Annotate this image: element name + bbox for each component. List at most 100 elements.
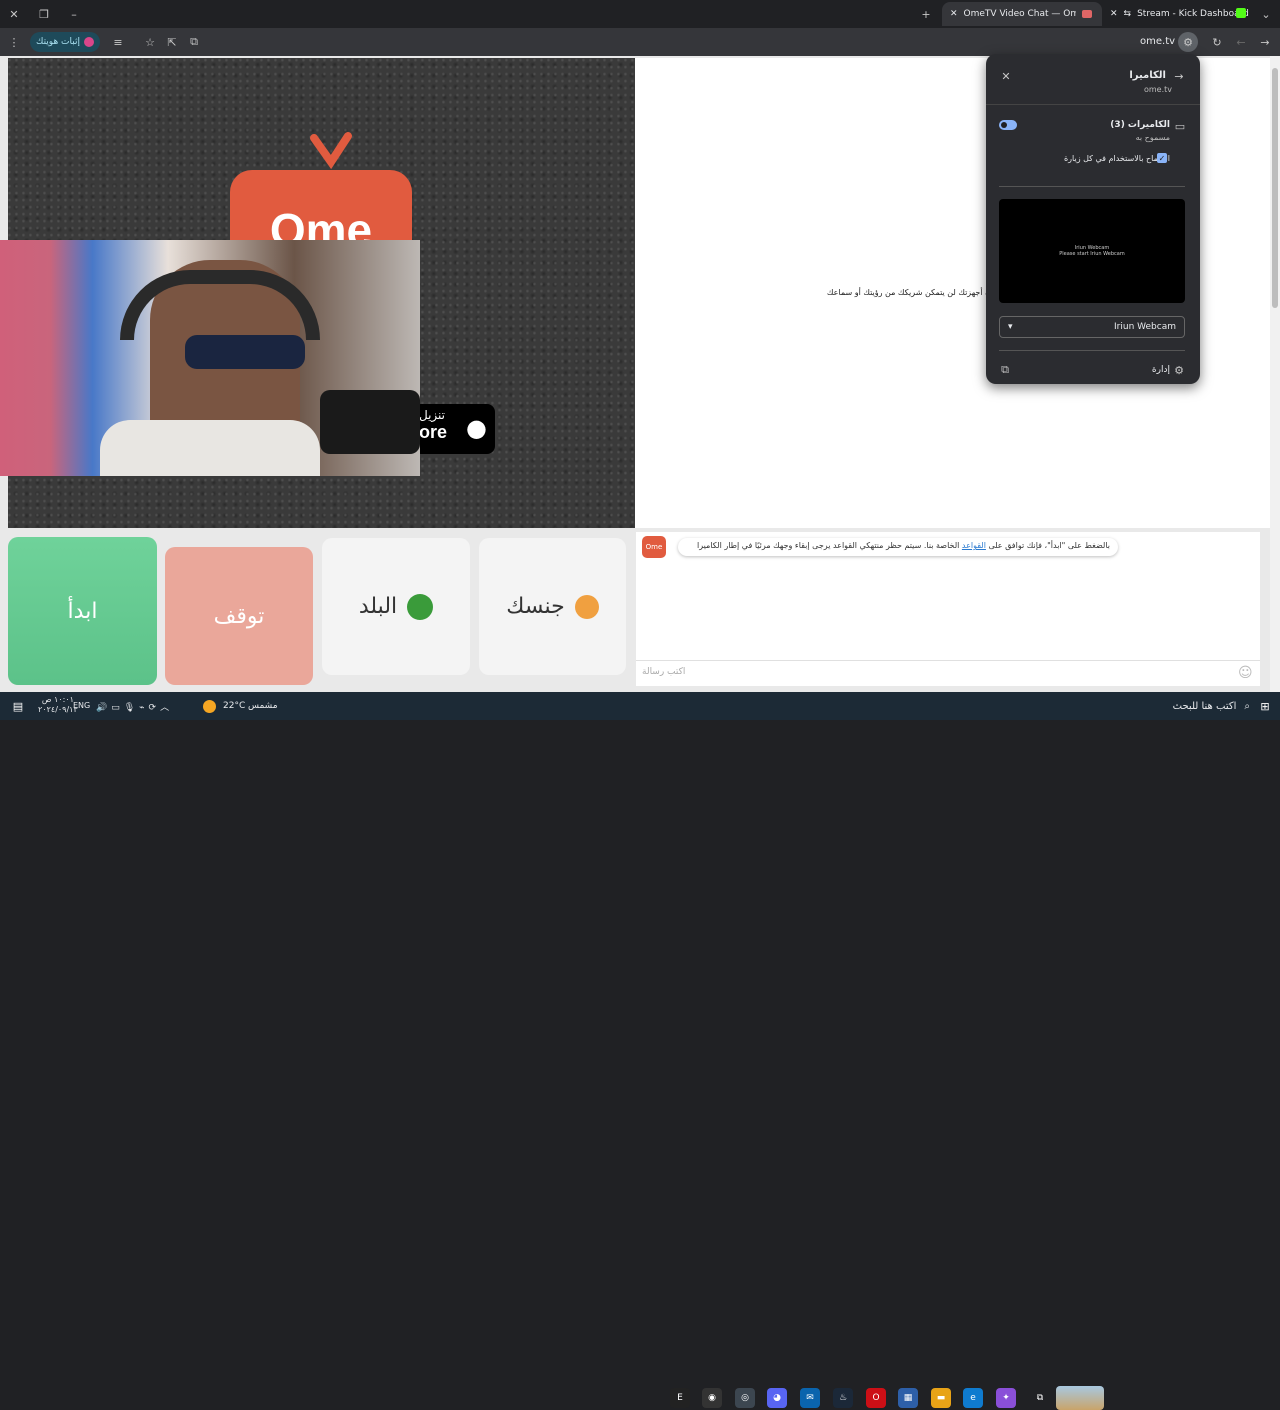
tab-close-icon[interactable]: ✕ bbox=[950, 9, 958, 19]
stop-label: توقف bbox=[213, 603, 265, 629]
open-in-app-icon[interactable]: ⇱ bbox=[162, 32, 182, 52]
forward-icon: ← bbox=[1236, 35, 1246, 49]
apple-icon: ● bbox=[466, 414, 487, 442]
translate-icon[interactable]: ⧉ bbox=[184, 32, 204, 52]
recording-icon bbox=[1081, 10, 1092, 18]
gender-label: جنسك bbox=[506, 594, 565, 619]
start-button[interactable]: ابدأ bbox=[8, 537, 157, 685]
tab-title: OmeTV Video Chat — Omegle bbox=[963, 9, 1076, 19]
close-icon[interactable]: ✕ bbox=[996, 66, 1016, 86]
notification-icon[interactable]: ▤ bbox=[8, 696, 28, 716]
emoji-icon[interactable]: ☺ bbox=[1238, 665, 1253, 681]
selected-camera: Iriun Webcam bbox=[1114, 322, 1176, 332]
search-placeholder: اكتب هنا للبحث bbox=[1172, 700, 1237, 712]
menu-dots-icon[interactable]: ⋮ bbox=[4, 32, 24, 52]
browser-toolbar: ⋮ إثبات هويتك ≡ ☆ ⇱ ⧉ ome.tv ⚙ ↻ ← → bbox=[0, 28, 1280, 56]
opera-icon[interactable]: O bbox=[866, 1388, 886, 1408]
ometv-chat-icon: Ome bbox=[642, 536, 666, 558]
weather-temp[interactable]: 22°C bbox=[223, 701, 245, 711]
reload-icon[interactable]: ↻ bbox=[1207, 32, 1227, 52]
rules-link[interactable]: القواعد bbox=[962, 541, 986, 550]
divider bbox=[999, 350, 1185, 351]
back-icon[interactable]: → bbox=[1255, 32, 1275, 52]
chrome-icon[interactable]: ◎ bbox=[735, 1388, 755, 1408]
site-settings-icon[interactable]: ⚙ bbox=[1178, 32, 1198, 52]
camera-preview: Iriun Webcam Please start Iriun Webcam bbox=[999, 199, 1185, 303]
gender-avatar-icon bbox=[574, 594, 599, 619]
task-view-icon[interactable]: ⧉ bbox=[1030, 1388, 1050, 1408]
allow-always-checkbox[interactable]: ✓ bbox=[1157, 153, 1167, 163]
chat-panel: Ome بالضغط على "ابدأ"، فإنك توافق على ال… bbox=[636, 532, 1260, 686]
time-text: ١٠:٠١ ص bbox=[41, 695, 74, 704]
reading-mode-icon[interactable]: ≡ bbox=[108, 32, 128, 52]
toggle-knob bbox=[1001, 122, 1007, 128]
chevron-down-icon[interactable]: ⌄ bbox=[1256, 4, 1276, 24]
epic-games-icon[interactable]: E bbox=[670, 1388, 690, 1408]
minimize-window-icon[interactable]: – bbox=[64, 4, 84, 24]
country-label: البلد bbox=[358, 594, 398, 619]
tab-ometv[interactable]: ✕ OmeTV Video Chat — Omegle bbox=[942, 2, 1102, 26]
obs-icon[interactable]: ◉ bbox=[702, 1388, 722, 1408]
tab-bar: ✕ ❐ – + ✕ OmeTV Video Chat — Omegle ✕ ⇆ … bbox=[0, 0, 1280, 28]
tab-title: Stream - Kick Dashboard bbox=[1137, 9, 1249, 19]
partner-message: ن أجهزتك لن يتمكن شريكك من رؤيتك أو سماع… bbox=[826, 288, 991, 297]
sun-icon bbox=[203, 700, 216, 713]
copilot-icon[interactable]: ✦ bbox=[996, 1388, 1016, 1408]
verify-label: إثبات هويتك bbox=[36, 37, 80, 47]
allow-always-label: السماح بالاستخدام في كل زيارة bbox=[1063, 154, 1170, 163]
tab-kick[interactable]: ✕ ⇆ Stream - Kick Dashboard bbox=[1102, 2, 1252, 26]
url-text[interactable]: ome.tv bbox=[1140, 36, 1175, 47]
scrollbar-thumb[interactable] bbox=[1272, 68, 1278, 308]
cameras-toggle[interactable] bbox=[999, 120, 1017, 130]
rules-text-post: الخاصة بنا. سيتم حظر منتهكي القواعد يرجى… bbox=[696, 541, 962, 550]
verify-identity-button[interactable]: إثبات هويتك bbox=[30, 32, 100, 52]
store-icon[interactable]: ▦ bbox=[898, 1388, 918, 1408]
popup-title: الكاميرا bbox=[1129, 70, 1166, 81]
bookmark-star-icon[interactable]: ☆ bbox=[140, 32, 160, 52]
arrow-back-icon[interactable]: → bbox=[1169, 66, 1189, 86]
page-scrollbar[interactable] bbox=[1270, 56, 1280, 692]
divider bbox=[986, 104, 1200, 105]
preview-line2: Please start Iriun Webcam bbox=[1059, 251, 1125, 257]
edge-icon[interactable]: e bbox=[963, 1388, 983, 1408]
file-explorer-icon[interactable]: ▬ bbox=[931, 1388, 951, 1408]
manage-label[interactable]: إدارة bbox=[1152, 365, 1170, 375]
search-highlight-image bbox=[1056, 1386, 1104, 1410]
windows-start-icon[interactable]: ⊞ bbox=[1255, 696, 1275, 716]
close-window-icon[interactable]: ✕ bbox=[4, 4, 24, 24]
link-icon: ⇆ bbox=[1123, 9, 1132, 19]
weather-text[interactable]: مشمس bbox=[248, 701, 278, 711]
dropdown-arrow-icon: ▾ bbox=[1008, 322, 1013, 332]
stop-button[interactable]: توقف bbox=[165, 547, 313, 685]
divider bbox=[999, 186, 1185, 187]
discord-icon[interactable]: ◕ bbox=[767, 1388, 787, 1408]
cameras-status: مسموح به bbox=[1135, 133, 1170, 142]
tab-close-icon[interactable]: ✕ bbox=[1110, 9, 1118, 19]
gender-button[interactable]: جنسك bbox=[479, 538, 626, 675]
microphone bbox=[320, 390, 420, 454]
shirt bbox=[100, 420, 320, 476]
flag-icon bbox=[407, 593, 434, 620]
cameras-label: الكاميرات (3) bbox=[1110, 120, 1170, 130]
system-tray-icons[interactable]: 🔊▭🎙⌁⟳︿ bbox=[96, 700, 173, 713]
date-text: ٢٠٢٤/٠٩/١٣ bbox=[38, 705, 78, 714]
outlook-icon[interactable]: ✉ bbox=[800, 1388, 820, 1408]
clock[interactable]: ١٠:٠١ ص ٢٠٢٤/٠٩/١٣ bbox=[38, 695, 78, 715]
country-button[interactable]: البلد bbox=[322, 538, 470, 675]
camera-permission-popup: ✕ → الكاميرا ome.tv ▭ الكاميرات (3) مسمو… bbox=[986, 54, 1200, 384]
headphones bbox=[120, 270, 320, 340]
popup-site: ome.tv bbox=[1143, 85, 1172, 94]
steam-icon[interactable]: ♨ bbox=[833, 1388, 853, 1408]
restore-window-icon[interactable]: ❐ bbox=[34, 4, 54, 24]
search-icon: ⌕ bbox=[1244, 700, 1250, 712]
open-external-icon[interactable]: ⧉ bbox=[995, 360, 1015, 380]
language-indicator[interactable]: ENG bbox=[73, 701, 90, 710]
camera-select[interactable]: ▾ Iriun Webcam bbox=[999, 316, 1185, 338]
taskbar-search[interactable]: اكتب هنا للبحث ⌕ bbox=[1110, 694, 1250, 718]
settings-gear-icon[interactable]: ⚙ bbox=[1169, 360, 1189, 380]
chat-input[interactable]: اكتب رسالة ☺ bbox=[636, 660, 1260, 686]
rules-message: بالضغط على "ابدأ"، فإنك توافق على القواع… bbox=[678, 538, 1118, 556]
new-tab-icon[interactable]: + bbox=[916, 4, 936, 24]
app-store-badge[interactable]: تنزيل ore ● bbox=[413, 404, 495, 454]
sunglasses bbox=[185, 335, 305, 369]
